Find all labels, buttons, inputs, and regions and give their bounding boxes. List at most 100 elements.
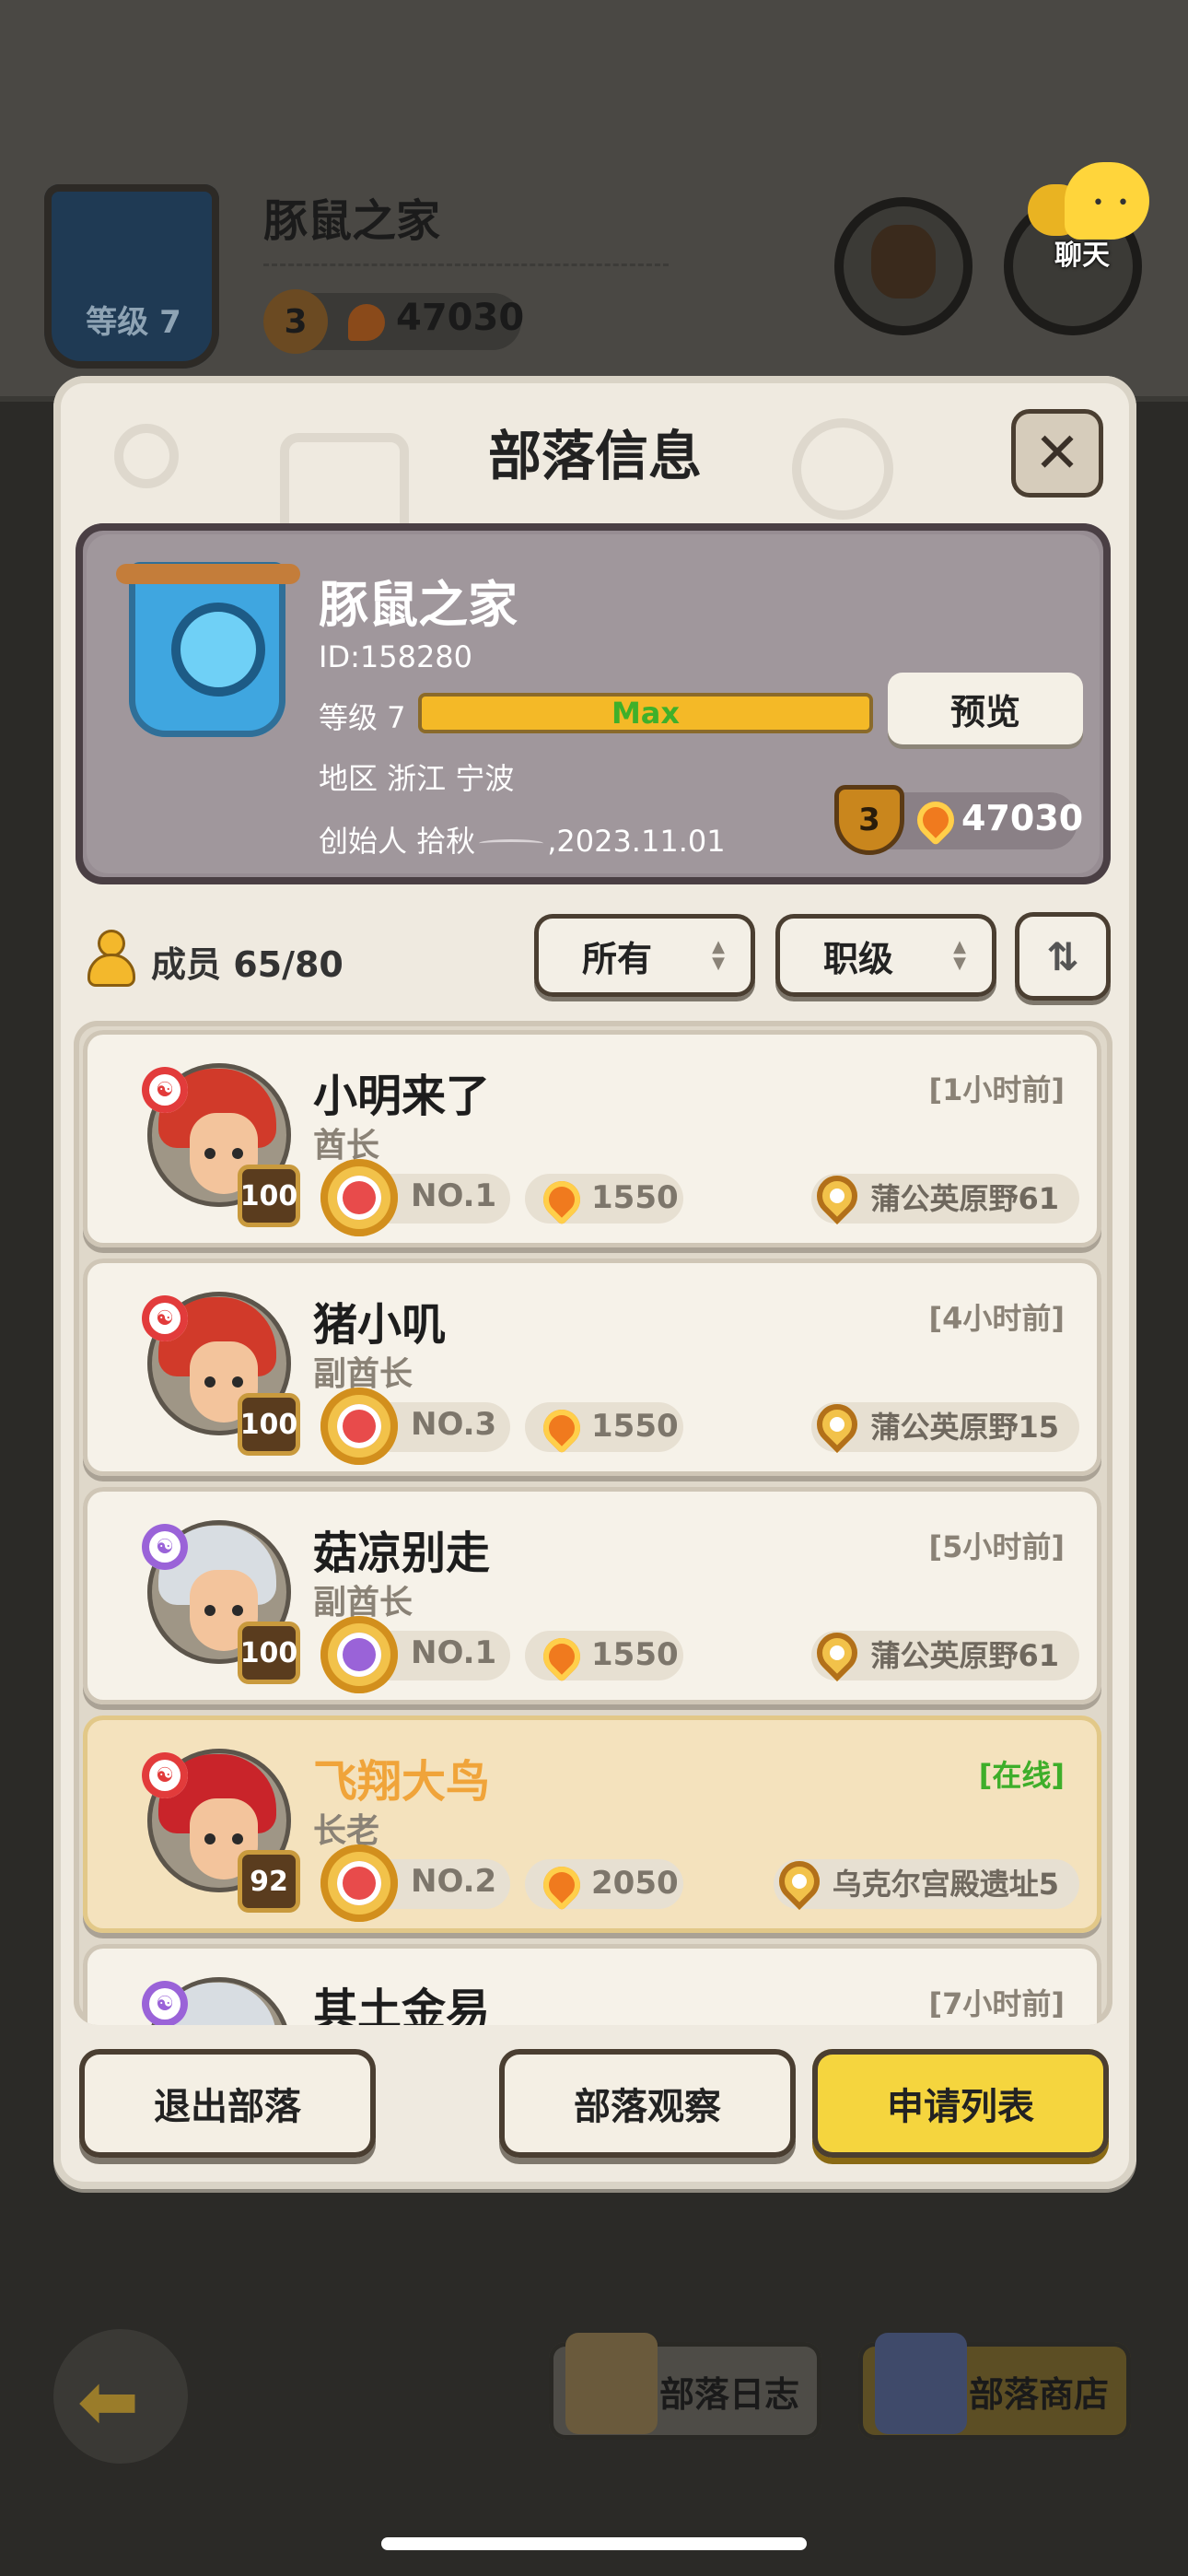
updown-arrows-icon: ▲ ▼ bbox=[953, 937, 966, 973]
member-location-text: 蒲公英原野61 bbox=[870, 1638, 1059, 1673]
clan-founder-name: 创始人 拾秋 bbox=[319, 824, 476, 859]
member-location-text: 乌克尔宫殿遗址5 bbox=[832, 1867, 1059, 1902]
background-clan-level: 等级 7 bbox=[86, 304, 181, 341]
preview-button[interactable]: 预览 bbox=[888, 673, 1083, 744]
flame-icon bbox=[535, 1858, 588, 1912]
background-avatar-button bbox=[834, 197, 973, 335]
back-arrow-icon[interactable]: ⬅ bbox=[77, 2359, 139, 2444]
member-row[interactable]: ☯ 100 小明来了 酋长 [1小时前] NO.1 1550 蒲公英原野61 bbox=[83, 1030, 1101, 1247]
class-purple-icon: ☯ bbox=[142, 1524, 188, 1570]
clan-level-progress-text: Max bbox=[611, 696, 681, 731]
member-score: 1550 bbox=[591, 1179, 679, 1216]
member-icon bbox=[88, 932, 134, 986]
class-purple-icon: ☯ bbox=[142, 1981, 188, 2025]
member-last-seen: [7小时前] bbox=[928, 1986, 1065, 2021]
clan-emblem-icon bbox=[171, 603, 265, 697]
rank-emblem-icon bbox=[320, 1388, 398, 1465]
flame-icon bbox=[535, 1630, 588, 1683]
clan-founder: 创始人 拾秋 ,2023.11.01 bbox=[319, 818, 726, 861]
member-location[interactable]: 蒲公英原野61 bbox=[809, 1166, 1079, 1225]
class-red-icon: ☯ bbox=[142, 1752, 188, 1798]
member-score: 1550 bbox=[591, 1636, 679, 1673]
shop-icon bbox=[875, 2333, 967, 2434]
application-list-button[interactable]: 申请列表 bbox=[812, 2049, 1109, 2158]
founder-signature-flourish bbox=[479, 838, 544, 848]
member-score: 1550 bbox=[591, 1408, 679, 1445]
leave-clan-button[interactable]: 退出部落 bbox=[79, 2049, 376, 2158]
member-location-text: 蒲公英原野15 bbox=[870, 1410, 1059, 1445]
member-score-pill: 1550 bbox=[525, 1173, 683, 1226]
member-location[interactable]: 蒲公英原野61 bbox=[809, 1623, 1079, 1682]
background-score: 47030 bbox=[396, 297, 525, 339]
background-divider bbox=[263, 263, 669, 266]
member-location[interactable]: 乌克尔宫殿遗址5 bbox=[770, 1852, 1079, 1911]
location-pin-icon bbox=[809, 1623, 867, 1682]
clan-shop-label: 部落商店 bbox=[968, 2373, 1109, 2415]
clan-log-button[interactable]: 部落日志 bbox=[549, 2333, 821, 2440]
class-red-icon: ☯ bbox=[142, 1295, 188, 1341]
filter-all-dropdown[interactable]: 所有 ▲ ▼ bbox=[534, 914, 755, 997]
member-level-badge: 100 bbox=[238, 1165, 300, 1227]
chat-icon-eyes: •• bbox=[1092, 192, 1142, 215]
member-rank: NO.2 bbox=[411, 1863, 497, 1900]
member-rank: NO.1 bbox=[411, 1177, 497, 1214]
rank-emblem-icon bbox=[320, 1616, 398, 1693]
home-indicator[interactable] bbox=[381, 2537, 807, 2550]
rank-emblem-icon bbox=[320, 1844, 398, 1922]
class-red-icon: ☯ bbox=[142, 1067, 188, 1113]
member-online-status: [在线] bbox=[978, 1758, 1065, 1793]
panel-title: 部落信息 bbox=[487, 425, 702, 487]
member-role: 长老 bbox=[313, 1812, 380, 1850]
member-location-text: 蒲公英原野61 bbox=[870, 1181, 1059, 1216]
member-score-pill: 1550 bbox=[525, 1630, 683, 1683]
member-rank: NO.1 bbox=[411, 1634, 497, 1671]
member-row[interactable]: ☯ 100 猪小叽 副酋长 [4小时前] NO.3 1550 蒲公英原野15 bbox=[83, 1259, 1101, 1476]
member-score-pill: 2050 bbox=[525, 1858, 683, 1912]
clan-level: 等级 7 bbox=[319, 700, 406, 735]
clan-observe-button[interactable]: 部落观察 bbox=[499, 2049, 796, 2158]
member-level-badge: 100 bbox=[238, 1393, 300, 1456]
member-name: 其土金易 bbox=[313, 1985, 491, 2025]
flame-icon bbox=[535, 1401, 588, 1455]
background-clan-name: 豚鼠之家 bbox=[263, 195, 441, 247]
member-row-self[interactable]: ☯ 92 飞翔大鸟 长老 [在线] NO.2 2050 乌克尔宫殿遗址5 bbox=[83, 1715, 1101, 1933]
member-name: 小明来了 bbox=[313, 1071, 491, 1122]
member-name: 飞翔大鸟 bbox=[313, 1756, 491, 1808]
sort-icon[interactable]: ⇅ bbox=[1046, 934, 1078, 979]
filter-rank-dropdown[interactable]: 职级 ▲ ▼ bbox=[775, 914, 996, 997]
clan-level-progress-bar: Max bbox=[418, 693, 873, 733]
filter-all-label: 所有 bbox=[581, 938, 652, 979]
close-icon[interactable]: ✕ bbox=[1034, 421, 1080, 486]
member-score-pill: 1550 bbox=[525, 1401, 683, 1455]
location-pin-icon bbox=[809, 1166, 867, 1225]
clan-id: ID:158280 bbox=[319, 639, 473, 674]
clan-log-label: 部落日志 bbox=[658, 2373, 799, 2415]
sort-button[interactable]: ⇅ bbox=[1015, 912, 1111, 1001]
chat-label[interactable]: 聊天 bbox=[1031, 232, 1133, 273]
flame-icon bbox=[535, 1173, 588, 1226]
clan-name: 豚鼠之家 bbox=[319, 576, 518, 634]
background-rank-badge: 3 bbox=[263, 289, 328, 354]
member-count: 成员 65/80 bbox=[151, 944, 344, 985]
member-last-seen: [1小时前] bbox=[928, 1072, 1065, 1107]
clan-shop-button[interactable]: 部落商店 bbox=[858, 2333, 1131, 2440]
member-score: 2050 bbox=[591, 1865, 679, 1902]
member-last-seen: [5小时前] bbox=[928, 1529, 1065, 1564]
close-button[interactable]: ✕ bbox=[1011, 409, 1103, 498]
member-name: 菇凉别走 bbox=[313, 1528, 491, 1579]
member-level-badge: 92 bbox=[238, 1850, 300, 1913]
member-location[interactable]: 蒲公英原野15 bbox=[809, 1395, 1079, 1454]
updown-arrows-icon: ▲ ▼ bbox=[712, 937, 725, 973]
member-row[interactable]: ☯ 100 菇凉别走 副酋长 [5小时前] NO.1 1550 蒲公英原野61 bbox=[83, 1487, 1101, 1704]
location-pin-icon bbox=[770, 1852, 828, 1911]
member-rank: NO.3 bbox=[411, 1406, 497, 1443]
member-row[interactable]: ☯ 其土金易 [7小时前] bbox=[83, 1944, 1101, 2025]
rank-emblem-icon bbox=[320, 1159, 398, 1236]
clan-banner-rod bbox=[116, 564, 300, 584]
member-list[interactable]: ☯ 100 小明来了 酋长 [1小时前] NO.1 1550 蒲公英原野61 ☯… bbox=[74, 1021, 1112, 2025]
scroll-icon bbox=[565, 2333, 658, 2434]
member-level-badge: 100 bbox=[238, 1622, 300, 1684]
member-name: 猪小叽 bbox=[313, 1299, 447, 1351]
location-pin-icon bbox=[809, 1395, 867, 1454]
background-flame-icon bbox=[348, 304, 385, 341]
